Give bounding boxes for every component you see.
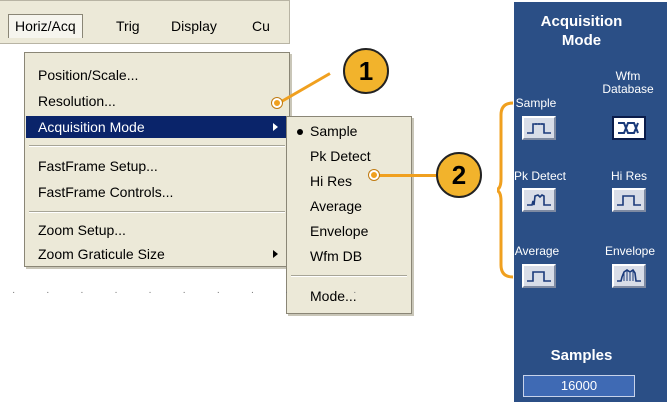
callout-1-badge: 1 <box>343 48 389 94</box>
menu-item-zoom-graticule-size-label: Zoom Graticule Size <box>38 246 165 262</box>
menu-bar: Horiz/Acq Trig Display Cu <box>0 0 290 44</box>
acquisition-mode-submenu: Sample Pk Detect Hi Res Average Envelope… <box>286 116 412 314</box>
selected-bullet-icon <box>297 129 303 135</box>
wfm-database-mode-button[interactable] <box>612 116 646 140</box>
mode-label-envelope: Envelope <box>604 244 656 258</box>
submenu-item-wfm-db[interactable]: Wfm DB <box>287 244 411 268</box>
menu-item-zoom-graticule-size[interactable]: Zoom Graticule Size <box>26 243 288 265</box>
panel-title-line1: Acquisition <box>540 13 623 30</box>
average-mode-button[interactable] <box>522 264 556 288</box>
samples-input[interactable]: 16000 <box>523 375 635 397</box>
menu-horiz-acq[interactable]: Horiz/Acq <box>8 14 83 38</box>
bracket-icon <box>497 101 514 279</box>
menu-item-acquisition-mode-label: Acquisition Mode <box>38 119 145 135</box>
hi-res-mode-button[interactable] <box>612 188 646 212</box>
peak-detect-wave-icon <box>527 194 551 206</box>
submenu-item-sample[interactable]: Sample <box>287 119 411 143</box>
menu-cursors[interactable]: Cu <box>246 14 276 38</box>
submenu-separator <box>291 275 407 277</box>
panel-title: Acquisition Mode <box>514 12 649 50</box>
average-wave-icon <box>527 271 551 282</box>
panel-title-line2: Mode <box>561 32 602 49</box>
submenu-item-sample-label: Sample <box>310 123 358 139</box>
menu-item-acquisition-mode[interactable]: Acquisition Mode <box>26 116 288 138</box>
submenu-arrow-icon <box>273 250 278 258</box>
horiz-acq-dropdown: Position/Scale... Resolution... Acquisit… <box>24 52 290 267</box>
callout-1-dot <box>272 98 282 108</box>
menu-trig[interactable]: Trig <box>110 14 146 38</box>
submenu-item-envelope[interactable]: Envelope <box>287 219 411 243</box>
menu-item-zoom-setup[interactable]: Zoom Setup... <box>26 219 288 241</box>
mode-label-sample: Sample <box>515 96 557 110</box>
menu-display[interactable]: Display <box>165 14 223 38</box>
sample-mode-button[interactable] <box>522 116 556 140</box>
acquisition-mode-panel: Acquisition Mode Sample Wfm Database Pk … <box>514 2 667 402</box>
menu-item-position-scale[interactable]: Position/Scale... <box>26 64 288 86</box>
envelope-mode-button[interactable] <box>612 264 646 288</box>
envelope-wave-icon <box>617 268 641 282</box>
menu-separator <box>29 145 285 147</box>
menu-separator <box>29 211 285 213</box>
callout-2-dot <box>369 170 379 180</box>
submenu-item-hi-res[interactable]: Hi Res <box>287 169 411 193</box>
mode-label-pk-detect: Pk Detect <box>514 169 567 183</box>
submenu-item-average[interactable]: Average <box>287 194 411 218</box>
pk-detect-mode-button[interactable] <box>522 188 556 212</box>
mode-label-average: Average <box>514 244 560 258</box>
menu-item-resolution[interactable]: Resolution... <box>26 90 288 112</box>
menu-item-fastframe-setup[interactable]: FastFrame Setup... <box>26 155 288 177</box>
mode-label-wfm-database: Wfm Database <box>600 70 656 96</box>
submenu-arrow-icon <box>273 123 278 131</box>
callout-2-line <box>374 174 436 177</box>
hi-res-wave-icon <box>617 195 641 206</box>
background-dots: · · · · · · · · · · · <box>12 287 371 298</box>
mode-label-wfm-database-line2: Database <box>602 82 654 96</box>
mode-label-hi-res: Hi Res <box>610 169 647 183</box>
submenu-item-pk-detect[interactable]: Pk Detect <box>287 144 411 168</box>
sample-wave-icon <box>527 123 551 134</box>
callout-2-badge: 2 <box>436 152 482 198</box>
samples-label: Samples <box>550 347 613 364</box>
menu-item-fastframe-controls[interactable]: FastFrame Controls... <box>26 181 288 203</box>
wfm-database-icon <box>618 122 639 134</box>
